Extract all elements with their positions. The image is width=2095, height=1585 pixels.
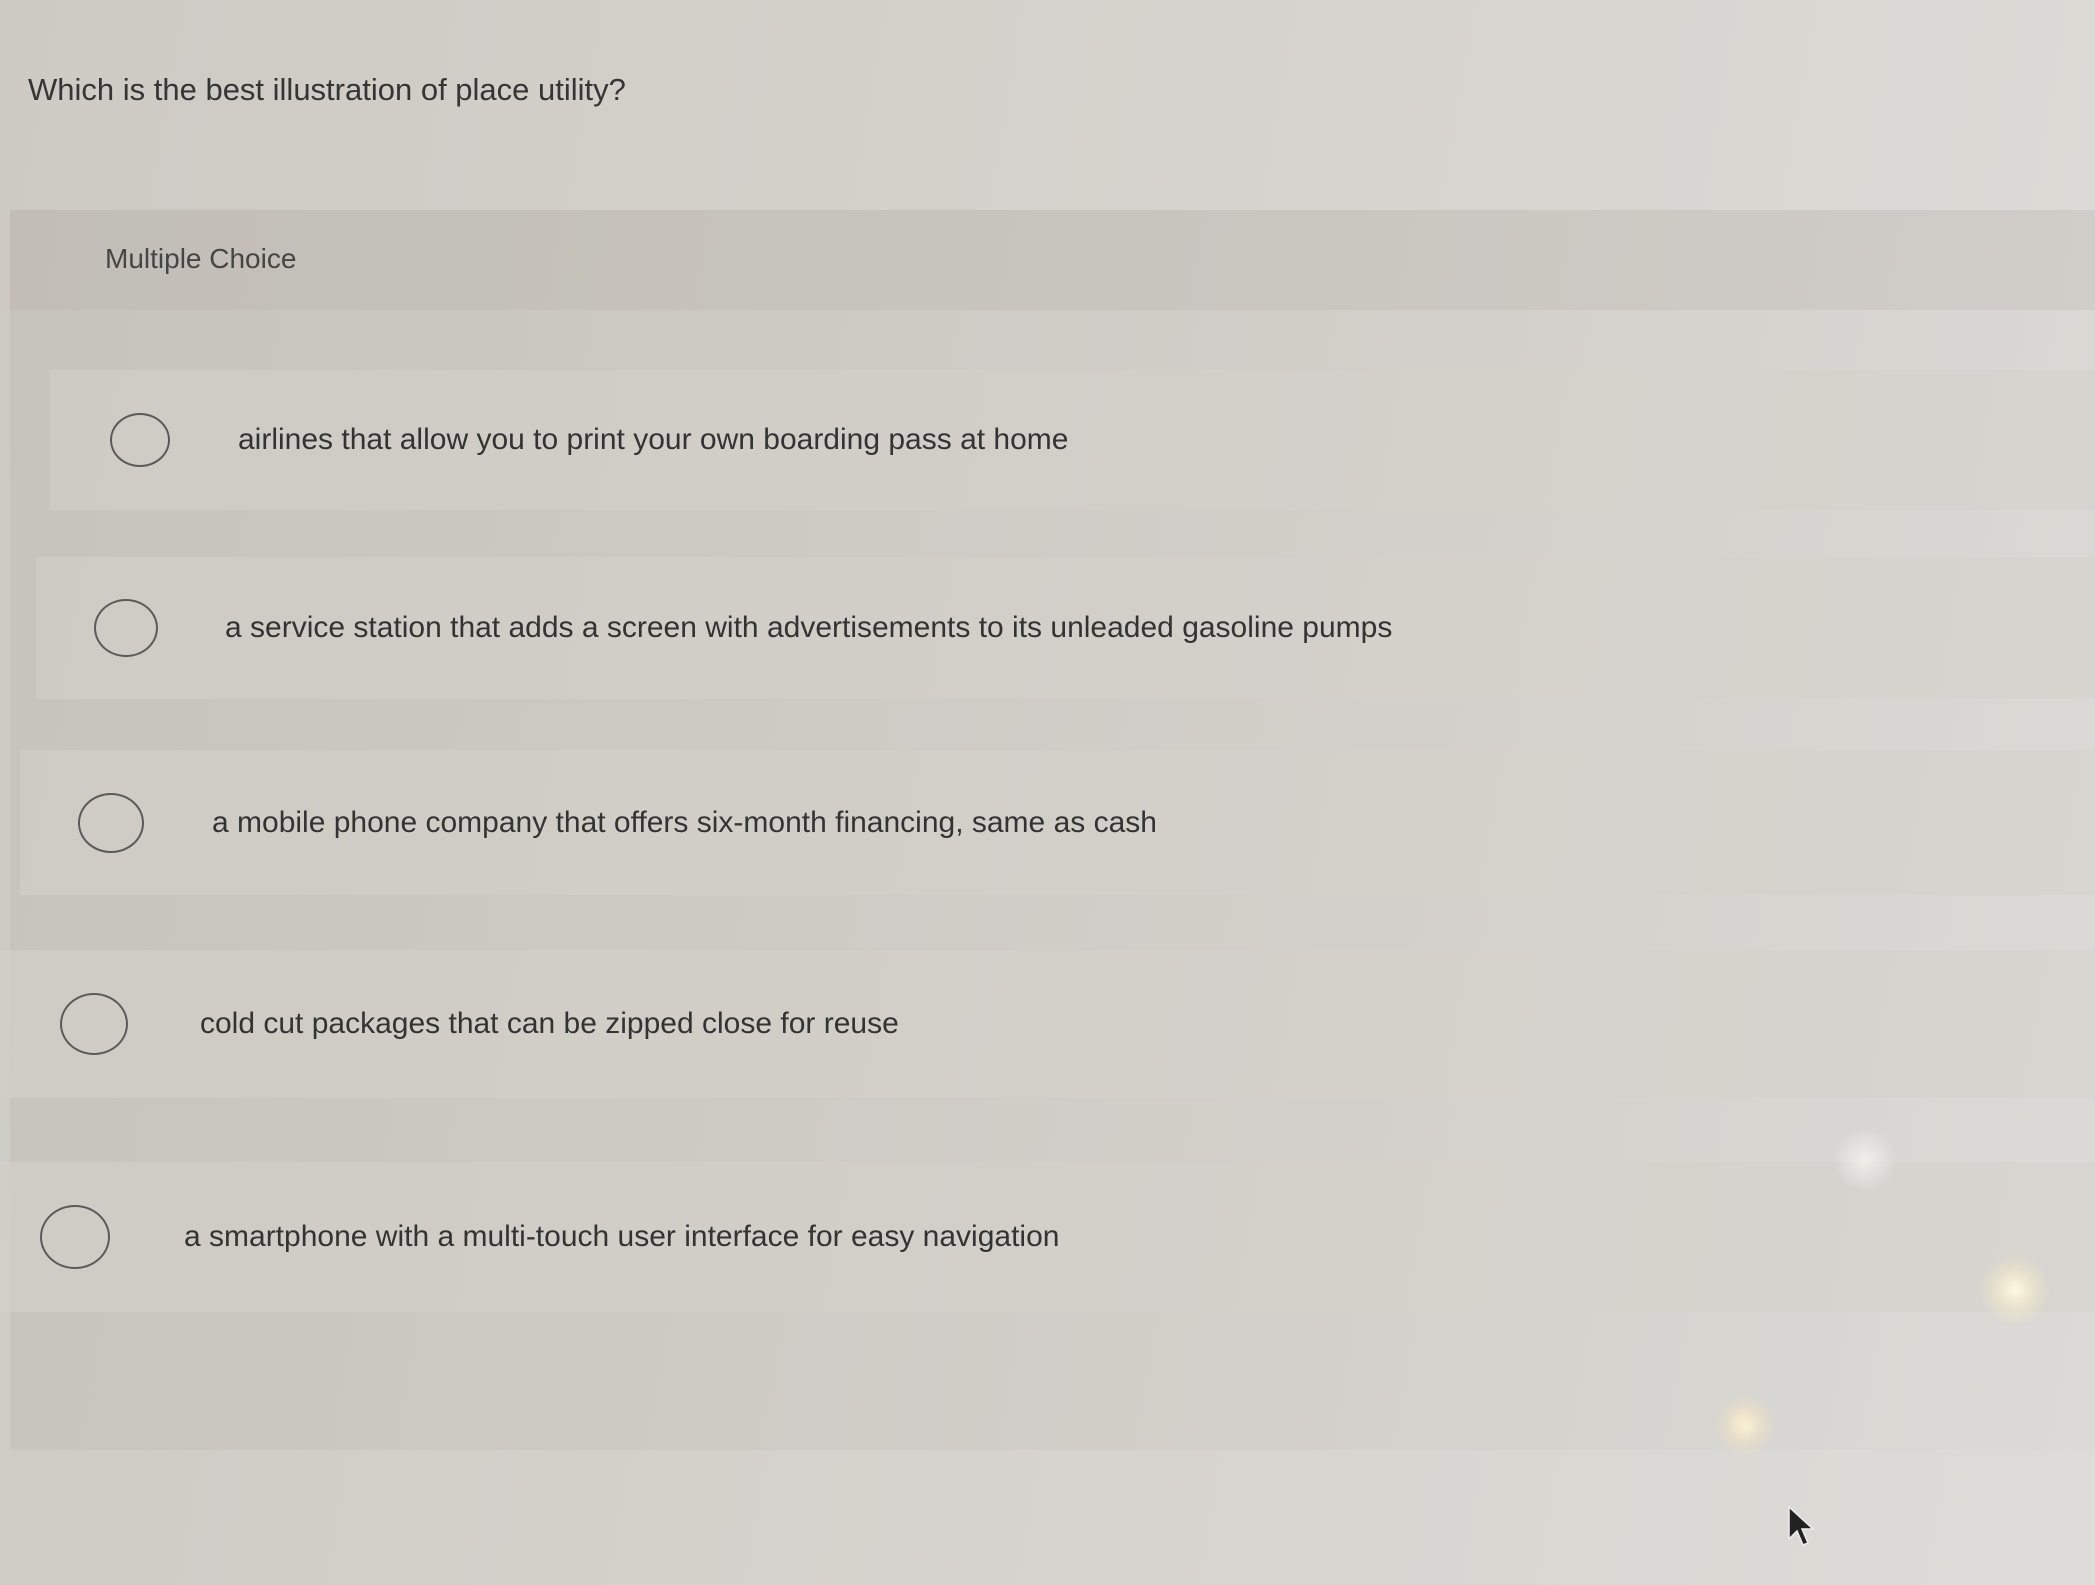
multiple-choice-header [10,210,2095,310]
radio-button-icon[interactable] [110,413,170,467]
question-text: Which is the best illustration of place … [28,72,626,107]
answer-option-label: a service station that adds a screen wit… [225,611,1393,644]
multiple-choice-label: Multiple Choice [105,243,297,274]
radio-button-icon[interactable] [60,993,128,1055]
mouse-pointer-icon [1788,1505,1815,1546]
answer-option-label: airlines that allow you to print your ow… [238,423,1069,456]
answer-option-1[interactable]: airlines that allow you to print your ow… [50,370,2095,510]
answer-option-3[interactable]: a mobile phone company that offers six-m… [20,750,2095,895]
answer-option-5[interactable]: a smartphone with a multi-touch user int… [0,1162,2095,1312]
radio-button-icon[interactable] [94,599,158,657]
answer-option-label: cold cut packages that can be zipped clo… [200,1007,899,1040]
radio-button-icon[interactable] [40,1205,110,1269]
answer-option-2[interactable]: a service station that adds a screen wit… [36,557,2095,699]
radio-button-icon[interactable] [78,792,144,853]
answer-option-4[interactable]: cold cut packages that can be zipped clo… [0,950,2095,1098]
answer-option-label: a smartphone with a multi-touch user int… [184,1220,1060,1253]
answer-option-label: a mobile phone company that offers six-m… [212,805,1157,839]
